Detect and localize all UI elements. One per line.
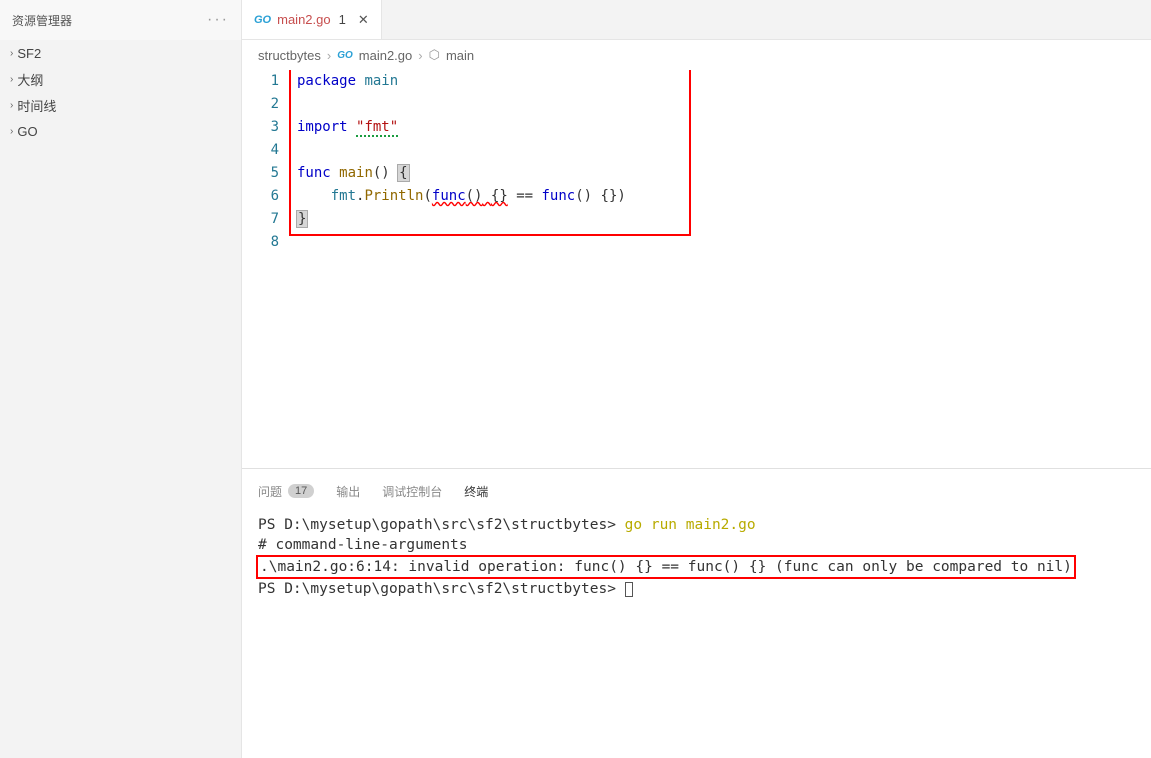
tab-main2-go[interactable]: GO main2.go 1 ✕ bbox=[242, 0, 382, 39]
sidebar-item-outline[interactable]: › 大纲 bbox=[0, 66, 241, 92]
sidebar-item-timeline[interactable]: › 时间线 bbox=[0, 92, 241, 118]
sidebar: 资源管理器 ··· › SF2 › 大纲 › 时间线 › GO bbox=[0, 0, 242, 758]
tab-problems[interactable]: 问题 17 bbox=[258, 483, 314, 500]
chevron-right-icon: › bbox=[10, 74, 13, 85]
breadcrumb[interactable]: structbytes › GO main2.go › ⬡ main bbox=[242, 40, 1151, 70]
symbol-icon: ⬡ bbox=[429, 47, 440, 63]
terminal-error: .\main2.go:6:14: invalid operation: func… bbox=[256, 555, 1076, 579]
sidebar-item-label: 大纲 bbox=[17, 70, 43, 89]
cursor-icon bbox=[625, 582, 633, 597]
code-content[interactable]: package main import "fmt" func main() { … bbox=[297, 70, 1151, 468]
problems-badge: 17 bbox=[288, 484, 314, 498]
chevron-right-icon: › bbox=[10, 126, 13, 137]
tab-output[interactable]: 输出 bbox=[336, 483, 360, 500]
chevron-right-icon: › bbox=[418, 48, 422, 63]
sidebar-item-go[interactable]: › GO bbox=[0, 118, 241, 144]
chevron-right-icon: › bbox=[10, 100, 13, 111]
terminal-prompt: PS D:\mysetup\gopath\src\sf2\structbytes… bbox=[258, 581, 625, 597]
breadcrumb-item[interactable]: main bbox=[446, 48, 474, 63]
go-file-icon: GO bbox=[337, 50, 353, 61]
terminal[interactable]: PS D:\mysetup\gopath\src\sf2\structbytes… bbox=[242, 503, 1151, 758]
tab-debug-console[interactable]: 调试控制台 bbox=[382, 483, 442, 500]
panel-tabs: 问题 17 输出 调试控制台 终端 bbox=[242, 469, 1151, 503]
main-area: GO main2.go 1 ✕ structbytes › GO main2.g… bbox=[242, 0, 1151, 758]
chevron-right-icon: › bbox=[10, 48, 13, 59]
editor[interactable]: 1 2 3 4 5 6 7 8 package main import "fmt… bbox=[242, 70, 1151, 468]
sidebar-item-sf2[interactable]: › SF2 bbox=[0, 40, 241, 66]
tab-modified-count: 1 bbox=[339, 12, 346, 27]
sidebar-item-label: SF2 bbox=[17, 46, 41, 61]
sidebar-title: 资源管理器 bbox=[12, 12, 72, 29]
bottom-panel: 问题 17 输出 调试控制台 终端 PS D:\mysetup\gopath\s… bbox=[242, 468, 1151, 758]
breadcrumb-item[interactable]: main2.go bbox=[359, 48, 412, 63]
close-icon[interactable]: ✕ bbox=[358, 12, 369, 28]
terminal-command: go run main2.go bbox=[625, 517, 756, 533]
chevron-right-icon: › bbox=[327, 48, 331, 63]
tab-bar: GO main2.go 1 ✕ bbox=[242, 0, 1151, 40]
terminal-output: # command-line-arguments bbox=[258, 537, 468, 553]
terminal-prompt: PS D:\mysetup\gopath\src\sf2\structbytes… bbox=[258, 517, 625, 533]
go-file-icon: GO bbox=[254, 14, 271, 26]
line-gutter: 1 2 3 4 5 6 7 8 bbox=[242, 70, 297, 468]
tab-label: main2.go bbox=[277, 12, 330, 27]
breadcrumb-item[interactable]: structbytes bbox=[258, 48, 321, 63]
sidebar-item-label: 时间线 bbox=[17, 96, 56, 115]
sidebar-header: 资源管理器 ··· bbox=[0, 0, 241, 40]
sidebar-item-label: GO bbox=[17, 124, 37, 139]
more-icon[interactable]: ··· bbox=[207, 11, 229, 29]
